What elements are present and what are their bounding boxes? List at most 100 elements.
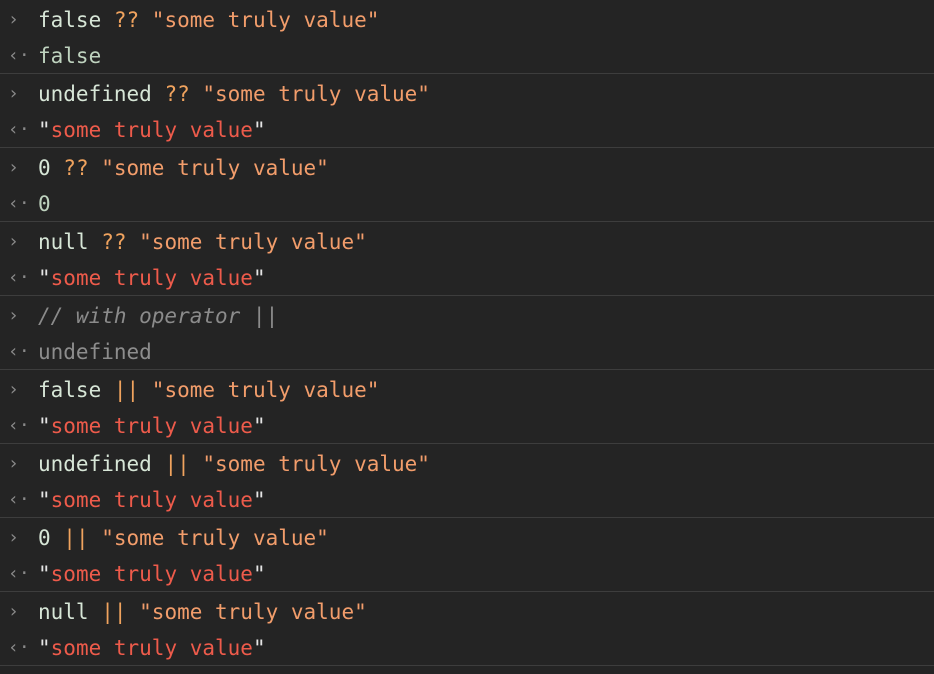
code-token: "some truly value" bbox=[189, 452, 430, 476]
input-chevron-icon: › bbox=[8, 453, 19, 474]
result-arrow-icon: ‹· bbox=[8, 193, 30, 214]
console-input-line: › false || "some truly value" bbox=[0, 372, 934, 408]
console-input-area[interactable] bbox=[0, 666, 934, 674]
console-entry: › null ?? "some truly value" ‹· "some truly… bbox=[0, 222, 934, 296]
input-chevron-icon: › bbox=[8, 9, 19, 30]
code-token: || bbox=[101, 600, 127, 624]
console-entry: › false ?? "some truly value" ‹· false bbox=[0, 0, 934, 74]
code-token: 0 bbox=[38, 156, 64, 180]
result-arrow-icon: ‹· bbox=[8, 637, 30, 658]
input-code[interactable]: 0 ?? "some truly value" bbox=[38, 150, 329, 186]
console-entry: › 0 ?? "some truly value" ‹· 0 bbox=[0, 148, 934, 222]
result-arrow-icon: ‹· bbox=[8, 267, 30, 288]
input-code[interactable]: null || "some truly value" bbox=[38, 594, 367, 630]
code-token: " bbox=[38, 118, 51, 142]
console-input-line: › null ?? "some truly value" bbox=[0, 224, 934, 260]
code-token: undefined bbox=[38, 340, 152, 364]
console-entry: › undefined ?? "some truly value" ‹· "some … bbox=[0, 74, 934, 148]
console-result-line: ‹· false bbox=[0, 38, 934, 74]
console-input-line: › 0 ?? "some truly value" bbox=[0, 150, 934, 186]
input-chevron-icon: › bbox=[8, 157, 19, 178]
console-entry: › null || "some truly value" ‹· "some truly… bbox=[0, 592, 934, 666]
console-input-line: › undefined ?? "some truly value" bbox=[0, 76, 934, 112]
code-token: undefined bbox=[38, 82, 165, 106]
code-token: " bbox=[252, 636, 266, 660]
result-value: "some truly value" bbox=[38, 556, 266, 592]
code-token: "some truly value" bbox=[139, 8, 380, 32]
input-code[interactable]: null ?? "some truly value" bbox=[38, 224, 367, 260]
result-value: "some truly value" bbox=[38, 112, 266, 148]
code-token: 0 bbox=[38, 192, 51, 216]
result-arrow-icon: ‹· bbox=[8, 119, 30, 140]
code-token: ?? bbox=[113, 8, 140, 32]
code-token: some truly value bbox=[50, 488, 253, 512]
input-code[interactable]: false ?? "some truly value" bbox=[38, 2, 379, 38]
input-code[interactable]: undefined ?? "some truly value" bbox=[38, 76, 430, 112]
console-result-line: ‹· "some truly value" bbox=[0, 408, 934, 444]
console-input-line: › // with operator || bbox=[0, 298, 934, 334]
console-entry: › 0 || "some truly value" ‹· "some truly va… bbox=[0, 518, 934, 592]
input-code[interactable]: false || "some truly value" bbox=[38, 372, 379, 408]
code-token: null bbox=[38, 600, 102, 624]
code-token: some truly value bbox=[50, 414, 253, 438]
result-arrow-icon: ‹· bbox=[8, 489, 30, 510]
input-chevron-icon: › bbox=[8, 305, 19, 326]
console-result-line: ‹· 0 bbox=[0, 186, 934, 222]
code-token: "some truly value" bbox=[189, 82, 430, 106]
console-entries: › false ?? "some truly value" ‹· false › unde… bbox=[0, 0, 934, 666]
result-arrow-icon: ‹· bbox=[8, 415, 30, 436]
console-input-line: › 0 || "some truly value" bbox=[0, 520, 934, 556]
code-token: ?? bbox=[63, 156, 89, 180]
code-token: some truly value bbox=[50, 636, 253, 660]
result-arrow-icon: ‹· bbox=[8, 341, 30, 362]
console-input-line: › undefined || "some truly value" bbox=[0, 446, 934, 482]
console-result-line: ‹· "some truly value" bbox=[0, 260, 934, 296]
input-code[interactable]: 0 || "some truly value" bbox=[38, 520, 329, 556]
result-value: false bbox=[38, 38, 101, 74]
result-value: undefined bbox=[38, 334, 152, 370]
code-token: " bbox=[252, 266, 266, 290]
result-value: 0 bbox=[38, 186, 51, 222]
input-chevron-icon: › bbox=[8, 379, 19, 400]
result-arrow-icon: ‹· bbox=[8, 45, 30, 66]
result-value: "some truly value" bbox=[38, 260, 266, 296]
console-entry: › false || "some truly value" ‹· "some trul… bbox=[0, 370, 934, 444]
code-token: " bbox=[38, 636, 51, 660]
console-result-line: ‹· undefined bbox=[0, 334, 934, 370]
input-chevron-icon: › bbox=[8, 83, 19, 104]
code-token: some truly value bbox=[50, 266, 253, 290]
result-value: "some truly value" bbox=[38, 408, 266, 444]
code-token: " bbox=[252, 118, 266, 142]
code-token: " bbox=[38, 266, 51, 290]
console-result-line: ‹· "some truly value" bbox=[0, 630, 934, 666]
code-token: 0 bbox=[38, 526, 64, 550]
console-result-line: ‹· "some truly value" bbox=[0, 112, 934, 148]
code-token: "some truly value" bbox=[88, 526, 329, 550]
code-token: " bbox=[252, 562, 266, 586]
console-entry: › undefined || "some truly value" ‹· "some … bbox=[0, 444, 934, 518]
code-token: // with operator || bbox=[38, 304, 279, 328]
result-value: "some truly value" bbox=[38, 630, 266, 666]
input-code[interactable]: undefined || "some truly value" bbox=[38, 446, 430, 482]
input-chevron-icon: › bbox=[8, 527, 19, 548]
input-chevron-icon: › bbox=[8, 231, 19, 252]
result-value: "some truly value" bbox=[38, 482, 266, 518]
code-token: false bbox=[38, 44, 102, 68]
code-token: false bbox=[38, 8, 114, 32]
code-token: || bbox=[164, 452, 190, 476]
console-input-line: › false ?? "some truly value" bbox=[0, 2, 934, 38]
code-token: "some truly value" bbox=[126, 230, 367, 254]
code-token: " bbox=[38, 414, 51, 438]
devtools-console: › false ?? "some truly value" ‹· false › unde… bbox=[0, 0, 934, 674]
result-arrow-icon: ‹· bbox=[8, 563, 30, 584]
input-code[interactable]: // with operator || bbox=[38, 298, 278, 334]
code-token: " bbox=[38, 488, 51, 512]
code-token: false bbox=[38, 378, 114, 402]
code-token: "some truly value" bbox=[139, 378, 380, 402]
code-token: ?? bbox=[101, 230, 127, 254]
code-token: || bbox=[113, 378, 140, 402]
console-result-line: ‹· "some truly value" bbox=[0, 482, 934, 518]
console-entry: › // with operator || ‹· undefined bbox=[0, 296, 934, 370]
code-token: "some truly value" bbox=[126, 600, 367, 624]
code-token: " bbox=[252, 488, 266, 512]
